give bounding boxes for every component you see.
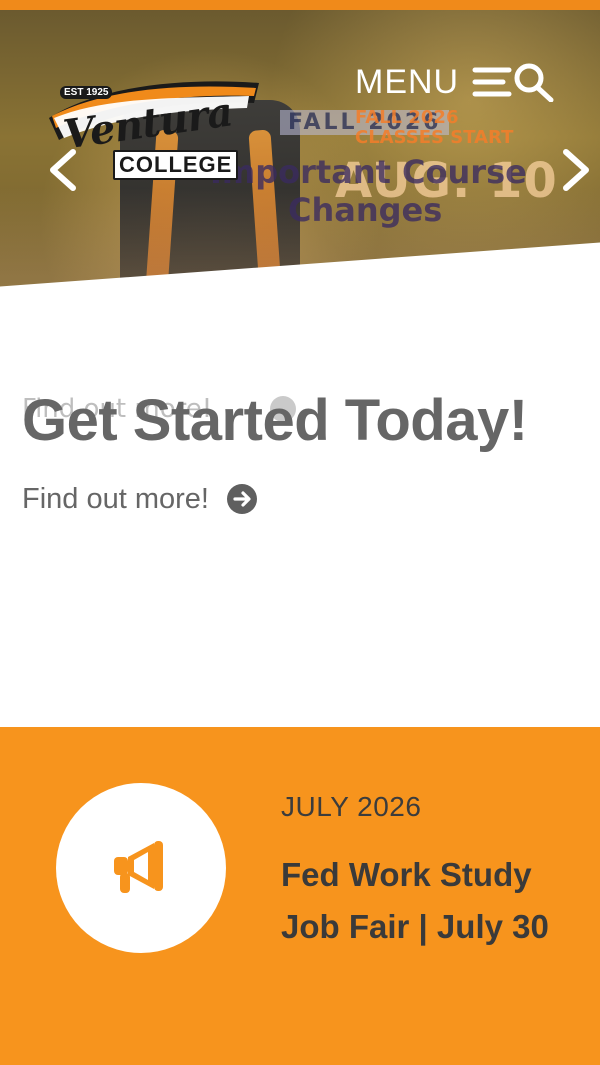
hero-carousel: FALL 2026 FALL 2026 CLASSES START AUG. 1…: [0, 10, 600, 328]
top-accent-bar: [0, 0, 600, 10]
slide-fall-headline-line2: CLASSES START: [355, 127, 514, 148]
logo-subtitle: COLLEGE: [113, 150, 239, 180]
arrow-circle-right-icon: [226, 484, 257, 514]
menu-button[interactable]: MENU: [355, 62, 556, 102]
megaphone-icon: [114, 841, 163, 893]
news-icon-circle: [56, 783, 226, 953]
search-icon: [514, 63, 554, 102]
find-out-more-link[interactable]: Find out more!: [22, 482, 257, 516]
slide-course-line2: Changes: [288, 191, 443, 229]
menu-label: MENU: [355, 62, 460, 101]
slide-fall-headline: FALL 2026 CLASSES START: [355, 108, 513, 148]
news-section: JULY 2026 Fed Work Study Job Fair | July…: [0, 727, 600, 1065]
news-title-link[interactable]: Fed Work Study Job Fair | July 30: [281, 849, 581, 953]
news-date: JULY 2026: [281, 791, 422, 822]
slide-fall-headline-line1: FALL 2026: [355, 107, 459, 128]
hamburger-icon: [472, 67, 512, 97]
chevron-left-icon[interactable]: [45, 148, 79, 192]
chevron-right-icon[interactable]: [560, 148, 594, 192]
hamburger-search-icon: [472, 63, 554, 102]
logo-est-year: EST 1925: [60, 86, 113, 99]
find-out-more-label: Find out more!: [22, 482, 209, 515]
get-started-heading: Get Started Today!: [22, 388, 528, 453]
